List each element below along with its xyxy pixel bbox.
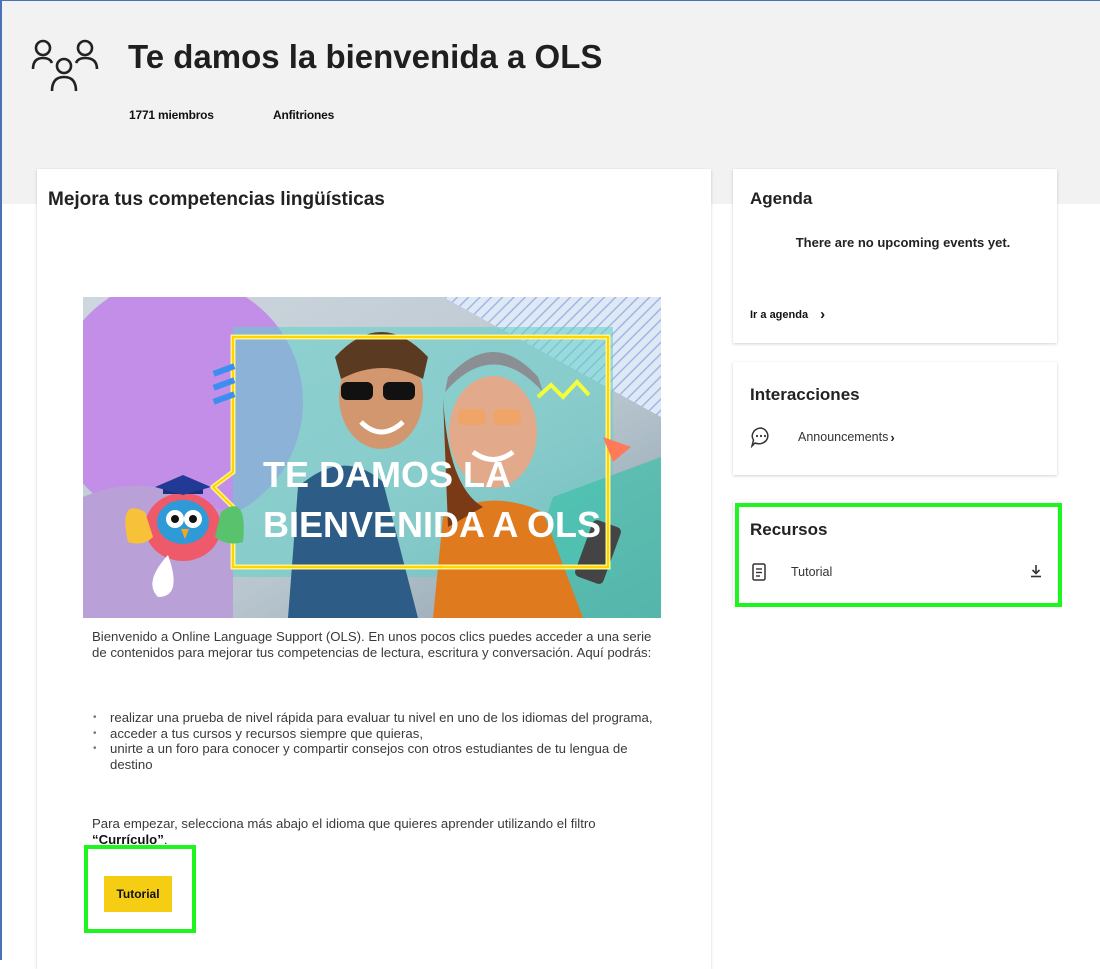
feature-list: realizar una prueba de nivel rápida para… xyxy=(92,710,662,772)
agenda-empty-message: There are no upcoming events yet. xyxy=(795,235,1011,250)
welcome-banner-image: TE DAMOS LA BIENVENIDA A OLS xyxy=(83,297,661,618)
list-item: acceder a tus cursos y recursos siempre … xyxy=(92,726,662,742)
instructions-paragraph: Para empezar, selecciona más abajo el id… xyxy=(92,816,662,847)
announcements-link[interactable]: Announcements › xyxy=(750,426,895,448)
group-people-icon xyxy=(31,39,99,92)
agenda-title: Agenda xyxy=(750,189,813,208)
highlight-box-resources xyxy=(735,503,1062,607)
announcements-label: Announcements xyxy=(798,430,889,444)
list-item: unirte a un foro para conocer y comparti… xyxy=(92,741,662,772)
banner-line-1: TE DAMOS LA xyxy=(263,454,511,495)
section-heading: Mejora tus competencias lingüísticas xyxy=(48,189,385,210)
chevron-right-icon: › xyxy=(890,429,895,445)
banner-line-2: BIENVENIDA A OLS xyxy=(263,504,601,545)
page-title: Te damos la bienvenida a OLS xyxy=(128,38,603,75)
chat-bubble-icon xyxy=(750,427,769,448)
interactions-card: Interacciones Announcements › xyxy=(733,362,1057,475)
instructions-text: Para empezar, selecciona más abajo el id… xyxy=(92,816,596,831)
intro-paragraph: Bienvenido a Online Language Support (OL… xyxy=(92,629,652,660)
highlight-box-tutorial-button xyxy=(84,845,196,933)
agenda-card: Agenda There are no upcoming events yet.… xyxy=(733,169,1057,343)
list-item: realizar una prueba de nivel rápida para… xyxy=(92,710,662,726)
chevron-right-icon: › xyxy=(820,306,826,323)
member-count[interactable]: 1771 miembros xyxy=(129,108,214,122)
interactions-title: Interacciones xyxy=(750,385,860,404)
hosts-link[interactable]: Anfitriones xyxy=(273,108,334,122)
go-to-agenda-link[interactable]: Ir a agenda › xyxy=(750,306,825,323)
go-to-agenda-label: Ir a agenda xyxy=(750,308,809,321)
